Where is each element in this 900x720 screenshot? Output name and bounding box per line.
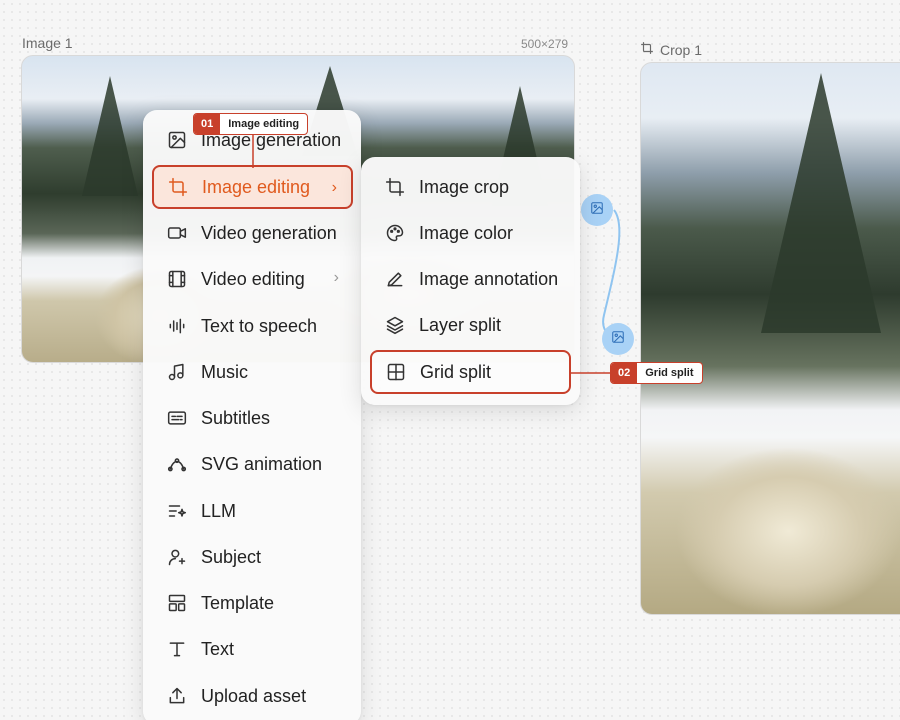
callout-number: 02	[611, 363, 638, 383]
palette-icon	[385, 223, 405, 243]
crop-icon	[640, 41, 654, 58]
crop-icon	[168, 177, 188, 197]
menu-item-image-editing[interactable]: Image editing ›	[152, 165, 353, 209]
subtitles-icon	[167, 408, 187, 428]
text-icon	[167, 639, 187, 659]
submenu-item-image-color[interactable]: Image color	[371, 211, 571, 255]
crop-icon	[385, 177, 405, 197]
music-icon	[167, 362, 187, 382]
submenu-item-label: Image crop	[419, 176, 510, 197]
submenu-item-label: Layer split	[419, 314, 502, 335]
layers-icon	[385, 315, 405, 335]
node-dimensions: 500×279	[521, 37, 569, 51]
menu-item-music[interactable]: Music	[153, 350, 353, 394]
callout-02: 02 Grid split	[610, 362, 703, 384]
menu-item-subtitles[interactable]: Subtitles	[153, 396, 353, 440]
menu-item-video-generation[interactable]: Video generation	[153, 211, 353, 255]
menu-item-text[interactable]: Text	[153, 627, 353, 671]
bezier-icon	[167, 454, 187, 474]
menu-item-label: Template	[201, 592, 275, 613]
menu-item-svg-animation[interactable]: SVG animation	[153, 442, 353, 486]
connector-handle-top[interactable]	[581, 194, 613, 226]
crop1-preview[interactable]	[640, 62, 900, 615]
chevron-right-icon: ›	[331, 179, 337, 196]
submenu-item-label: Image annotation	[419, 268, 559, 289]
menu-item-video-editing[interactable]: Video editing ›	[153, 257, 353, 301]
callout-label: Image editing	[228, 118, 300, 130]
callout-leader-01	[252, 134, 254, 168]
menu-item-text-to-speech[interactable]: Text to speech	[153, 304, 353, 348]
menu-item-label: Subject	[201, 546, 262, 567]
waveform-icon	[167, 316, 187, 336]
node-title-crop1: Crop 1	[640, 41, 702, 58]
menu-item-label: LLM	[201, 500, 237, 521]
video-icon	[167, 223, 187, 243]
menu-item-label: Image editing	[202, 176, 311, 197]
submenu-item-image-crop[interactable]: Image crop	[371, 165, 571, 209]
image-icon	[611, 330, 625, 349]
submenu-item-layer-split[interactable]: Layer split	[371, 303, 571, 347]
image-icon	[167, 130, 187, 150]
callout-01: 01 Image editing	[193, 113, 309, 135]
pen-icon	[385, 269, 405, 289]
menu-item-label: Upload asset	[201, 685, 307, 706]
menu-item-label: Text	[201, 638, 235, 659]
submenu-item-image-annotation[interactable]: Image annotation	[371, 257, 571, 301]
image-icon	[590, 201, 604, 220]
template-icon	[167, 593, 187, 613]
main-menu: Image generation Image editing › Video g…	[143, 110, 361, 720]
menu-item-label: Video generation	[201, 222, 337, 243]
connector-handle-bottom[interactable]	[602, 323, 634, 355]
callout-number: 01	[194, 114, 221, 134]
node-title-image1: Image 1	[22, 35, 73, 51]
callout-leader-02	[570, 372, 612, 374]
subject-icon	[167, 547, 187, 567]
menu-item-label: Music	[201, 361, 249, 382]
callout-label: Grid split	[645, 367, 694, 379]
chevron-right-icon: ›	[333, 269, 339, 286]
grid-icon	[386, 362, 406, 382]
menu-item-label: Video editing	[201, 268, 305, 289]
menu-item-subject[interactable]: Subject	[153, 535, 353, 579]
upload-icon	[167, 686, 187, 706]
film-icon	[167, 269, 187, 289]
node-title-text: Crop 1	[660, 41, 703, 58]
node-title-text: Image 1	[22, 35, 73, 51]
submenu-item-grid-split[interactable]: Grid split	[370, 350, 571, 394]
menu-item-upload-asset[interactable]: Upload asset	[153, 674, 353, 718]
menu-item-label: Text to speech	[201, 315, 318, 336]
submenu-item-label: Image color	[419, 222, 514, 243]
menu-item-template[interactable]: Template	[153, 581, 353, 625]
menu-item-label: Subtitles	[201, 407, 271, 428]
llm-icon	[167, 501, 187, 521]
submenu-item-label: Grid split	[420, 361, 492, 382]
menu-item-llm[interactable]: LLM	[153, 489, 353, 533]
menu-item-label: SVG animation	[201, 453, 323, 474]
image-editing-submenu: Image crop Image color Image annotation …	[361, 157, 580, 405]
